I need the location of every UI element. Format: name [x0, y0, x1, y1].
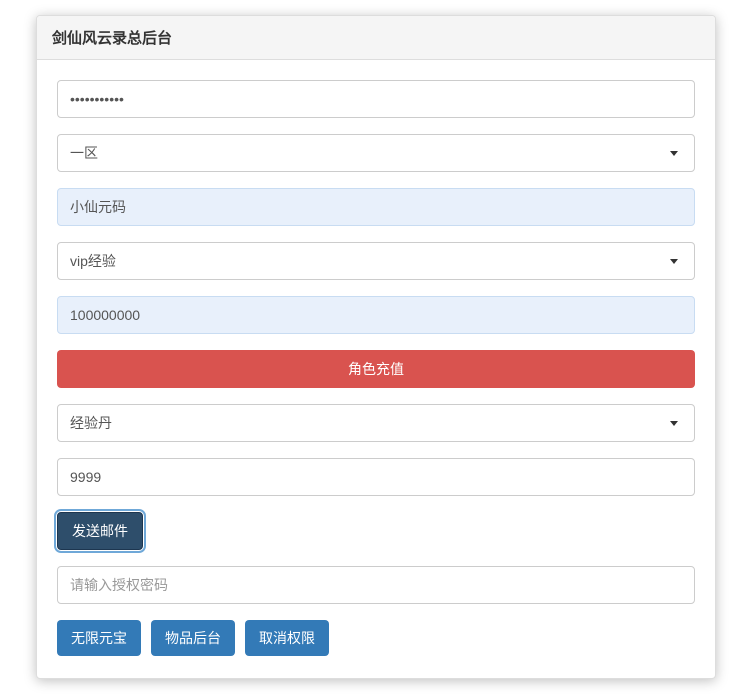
item-backend-button[interactable]: 物品后台 [151, 620, 235, 656]
recharge-button[interactable]: 角色充值 [57, 350, 695, 388]
panel-header: 剑仙风云录总后台 [37, 16, 715, 60]
panel-title: 剑仙风云录总后台 [52, 27, 700, 48]
panel-body: 一区 vip经验 角色充值 经验丹 [37, 60, 715, 678]
zone-select[interactable]: 一区 [57, 134, 695, 172]
admin-panel: 剑仙风云录总后台 一区 vip经验 [36, 15, 716, 679]
recharge-type-select[interactable]: vip经验 [57, 242, 695, 280]
bottom-button-row: 无限元宝 物品后台 取消权限 [57, 620, 695, 656]
character-name-input[interactable] [57, 188, 695, 226]
password-input[interactable] [57, 80, 695, 118]
item-select[interactable]: 经验丹 [57, 404, 695, 442]
item-quantity-input[interactable] [57, 458, 695, 496]
item-select-value: 经验丹 [70, 413, 112, 433]
unlimited-yuanbao-button[interactable]: 无限元宝 [57, 620, 141, 656]
chevron-down-icon [670, 259, 678, 264]
recharge-amount-input[interactable] [57, 296, 695, 334]
chevron-down-icon [670, 421, 678, 426]
send-mail-button[interactable]: 发送邮件 [57, 512, 143, 550]
auth-password-input[interactable] [57, 566, 695, 604]
chevron-down-icon [670, 151, 678, 156]
cancel-permission-button[interactable]: 取消权限 [245, 620, 329, 656]
recharge-type-value: vip经验 [70, 251, 116, 271]
zone-select-value: 一区 [70, 143, 98, 163]
